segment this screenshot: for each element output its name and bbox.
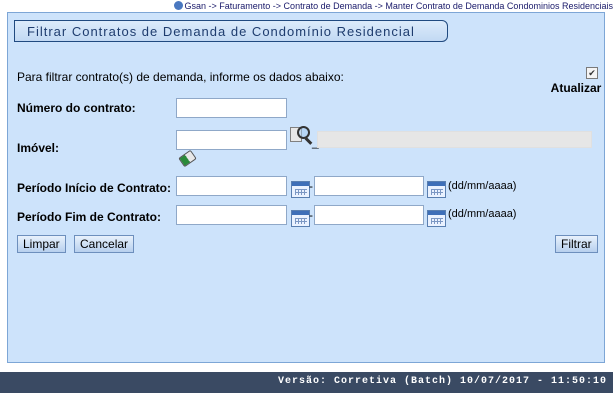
- calendar-icon[interactable]: [291, 181, 310, 198]
- fim-de-input[interactable]: [176, 205, 287, 225]
- instruction-text: Para filtrar contrato(s) de demanda, inf…: [17, 70, 344, 84]
- atualizar-label: Atualizar: [550, 81, 602, 95]
- imovel-label: Imóvel:: [17, 141, 60, 155]
- numero-contrato-label: Número do contrato:: [17, 101, 136, 115]
- magnifier-icon[interactable]: [290, 126, 314, 146]
- page-title: Filtrar Contratos de Demanda de Condomín…: [27, 24, 415, 39]
- imovel-input[interactable]: [176, 130, 287, 150]
- filtrar-button[interactable]: Filtrar: [555, 235, 598, 253]
- fim-contrato-label: Período Fim de Contrato:: [17, 210, 161, 224]
- calendar-icon[interactable]: [291, 210, 310, 227]
- breadcrumb: Gsan -> Faturamento -> Contrato de Deman…: [0, 0, 613, 12]
- fim-range-dash: -: [309, 208, 313, 222]
- gsan-home-icon[interactable]: [173, 1, 183, 10]
- filter-panel: Filtrar Contratos de Demanda de Condomín…: [7, 12, 605, 363]
- calendar-icon[interactable]: [427, 181, 446, 198]
- imovel-description: [317, 131, 592, 148]
- numero-contrato-input[interactable]: [176, 98, 287, 118]
- fim-ate-input[interactable]: [314, 205, 424, 225]
- eraser-icon[interactable]: [178, 149, 197, 168]
- fim-date-format: (dd/mm/aaaa): [448, 208, 517, 220]
- inicio-contrato-label: Período Início de Contrato:: [17, 181, 172, 195]
- limpar-button[interactable]: Limpar: [17, 235, 66, 253]
- version-footer: Versão: Corretiva (Batch) 10/07/2017 - 1…: [0, 372, 613, 393]
- inicio-ate-input[interactable]: [314, 176, 424, 196]
- calendar-icon[interactable]: [427, 210, 446, 227]
- cancelar-button[interactable]: Cancelar: [74, 235, 135, 253]
- page-title-bar: Filtrar Contratos de Demanda de Condomín…: [14, 20, 448, 42]
- atualizar-option[interactable]: ✔ Atualizar: [550, 67, 602, 95]
- inicio-de-input[interactable]: [176, 176, 287, 196]
- inicio-range-dash: -: [309, 179, 313, 193]
- breadcrumb-text[interactable]: Gsan -> Faturamento -> Contrato de Deman…: [185, 1, 613, 11]
- atualizar-checkbox[interactable]: ✔: [586, 67, 598, 79]
- inicio-date-format: (dd/mm/aaaa): [448, 180, 517, 192]
